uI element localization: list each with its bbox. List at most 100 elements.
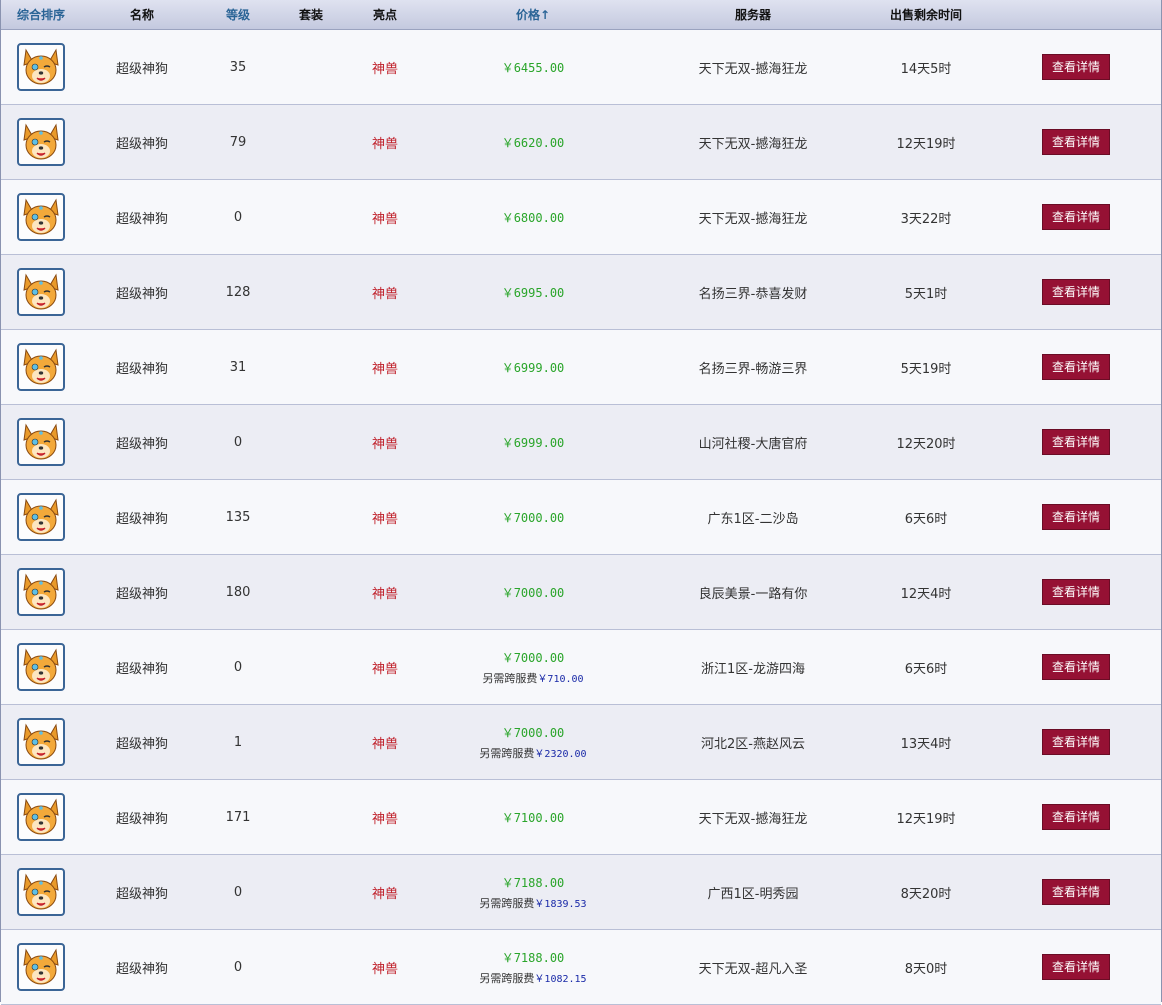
view-details-button[interactable]: 查看详情: [1042, 879, 1110, 905]
cross-server-fee: 另需跨服费￥1839.53: [421, 895, 645, 911]
pet-avatar-icon[interactable]: [17, 118, 65, 166]
action-cell: 查看详情: [991, 504, 1161, 530]
server-name: 广西1区-明秀园: [707, 886, 799, 902]
price-value: ￥7000.00: [501, 510, 565, 525]
view-details-button[interactable]: 查看详情: [1042, 279, 1110, 305]
pet-avatar-cell: [1, 43, 81, 91]
view-details-button[interactable]: 查看详情: [1042, 354, 1110, 380]
remaining-time: 6天6时: [904, 661, 948, 677]
remaining-time: 5天1时: [904, 286, 948, 302]
pet-avatar-icon[interactable]: [17, 793, 65, 841]
pet-avatar-cell: [1, 643, 81, 691]
server-name: 名扬三界-畅游三界: [698, 361, 808, 377]
action-cell: 查看详情: [991, 804, 1161, 830]
table-row: 超级神狗 0 神兽 ￥6999.00 山河社稷-大唐官府 12天20时 查看详情: [1, 405, 1161, 480]
action-cell: 查看详情: [991, 654, 1161, 680]
pet-avatar-icon[interactable]: [17, 568, 65, 616]
pet-level: 0: [233, 884, 243, 900]
pet-name: 超级神狗: [115, 436, 168, 452]
remaining-time: 13天4时: [900, 736, 952, 752]
action-cell: 查看详情: [991, 54, 1161, 80]
cross-server-fee: 另需跨服费￥2320.00: [421, 745, 645, 761]
column-header-time: 出售剩余时间: [889, 8, 962, 22]
price-value: ￥7000.00: [501, 585, 565, 600]
table-row: 超级神狗 31 神兽 ￥6999.00 名扬三界-畅游三界 5天19时 查看详情: [1, 330, 1161, 405]
server-name: 山河社稷-大唐官府: [698, 436, 808, 452]
pet-name: 超级神狗: [115, 286, 168, 302]
pet-level: 31: [229, 359, 247, 375]
sort-level-link[interactable]: 等级: [203, 6, 273, 23]
table-row: 超级神狗 171 神兽 ￥7100.00 天下无双-撼海狂龙 12天19时 查看…: [1, 780, 1161, 855]
pet-level: 79: [229, 134, 247, 150]
pet-level: 0: [233, 209, 243, 225]
view-details-button[interactable]: 查看详情: [1042, 654, 1110, 680]
pet-avatar-icon[interactable]: [17, 343, 65, 391]
pet-feature: 神兽: [371, 886, 398, 902]
price-cell: ￥7188.00 另需跨服费￥1082.15: [421, 949, 645, 986]
view-details-button[interactable]: 查看详情: [1042, 504, 1110, 530]
pet-avatar-icon[interactable]: [17, 193, 65, 241]
pet-name: 超级神狗: [115, 136, 168, 152]
view-details-button[interactable]: 查看详情: [1042, 804, 1110, 830]
price-header-label: 价格: [515, 8, 540, 22]
cross-server-fee: 另需跨服费￥710.00: [421, 670, 645, 686]
cross-server-fee-label: 另需跨服费: [479, 746, 535, 760]
price-value: ￥6455.00: [501, 60, 565, 75]
price-cell: ￥6999.00: [421, 434, 645, 451]
price-value: ￥6999.00: [501, 435, 565, 450]
pet-name: 超级神狗: [115, 961, 168, 977]
server-name: 天下无双-撼海狂龙: [698, 61, 808, 77]
view-details-button[interactable]: 查看详情: [1042, 429, 1110, 455]
view-details-button[interactable]: 查看详情: [1042, 954, 1110, 980]
pet-feature: 神兽: [371, 586, 398, 602]
view-details-button[interactable]: 查看详情: [1042, 54, 1110, 80]
action-cell: 查看详情: [991, 204, 1161, 230]
pet-feature: 神兽: [371, 286, 398, 302]
remaining-time: 5天19时: [900, 361, 952, 377]
view-details-button[interactable]: 查看详情: [1042, 204, 1110, 230]
pet-avatar-icon[interactable]: [17, 868, 65, 916]
table-row: 超级神狗 135 神兽 ￥7000.00 广东1区-二沙岛 6天6时 查看详情: [1, 480, 1161, 555]
pet-avatar-cell: [1, 493, 81, 541]
pet-name: 超级神狗: [115, 736, 168, 752]
sort-comprehensive-link[interactable]: 综合排序: [1, 6, 81, 23]
server-name: 天下无双-撼海狂龙: [698, 136, 808, 152]
pet-avatar-icon[interactable]: [17, 493, 65, 541]
view-details-button[interactable]: 查看详情: [1042, 579, 1110, 605]
price-value: ￥7188.00: [501, 950, 565, 965]
server-name: 名扬三界-恭喜发财: [698, 286, 808, 302]
cross-server-fee-value: ￥710.00: [537, 673, 584, 685]
table-row: 超级神狗 180 神兽 ￥7000.00 良辰美景-一路有你 12天4时 查看详…: [1, 555, 1161, 630]
pet-feature: 神兽: [371, 436, 398, 452]
pet-avatar-icon[interactable]: [17, 718, 65, 766]
pet-feature: 神兽: [371, 811, 398, 827]
pet-avatar-icon[interactable]: [17, 643, 65, 691]
table-row: 超级神狗 128 神兽 ￥6995.00 名扬三界-恭喜发财 5天1时 查看详情: [1, 255, 1161, 330]
pet-feature: 神兽: [371, 661, 398, 677]
pet-avatar-icon[interactable]: [17, 943, 65, 991]
pet-level: 1: [233, 734, 243, 750]
table-row: 超级神狗 0 神兽 ￥7188.00 另需跨服费￥1082.15 天下无双-超凡…: [1, 930, 1161, 1005]
view-details-button[interactable]: 查看详情: [1042, 129, 1110, 155]
pet-avatar-icon[interactable]: [17, 43, 65, 91]
pet-avatar-icon[interactable]: [17, 418, 65, 466]
pet-name: 超级神狗: [115, 61, 168, 77]
action-cell: 查看详情: [991, 429, 1161, 455]
price-value: ￥7000.00: [501, 725, 565, 740]
pet-avatar-cell: [1, 343, 81, 391]
sort-arrow-up-icon: ↑: [539, 8, 551, 22]
pet-avatar-icon[interactable]: [17, 268, 65, 316]
pet-avatar-cell: [1, 793, 81, 841]
pet-name: 超级神狗: [115, 586, 168, 602]
remaining-time: 12天20时: [896, 436, 956, 452]
action-cell: 查看详情: [991, 354, 1161, 380]
view-details-button[interactable]: 查看详情: [1042, 729, 1110, 755]
pet-level: 35: [229, 59, 247, 75]
price-value: ￥6800.00: [501, 210, 565, 225]
remaining-time: 6天6时: [904, 511, 948, 527]
pet-name: 超级神狗: [115, 886, 168, 902]
server-name: 天下无双-撼海狂龙: [698, 211, 808, 227]
sort-price-link[interactable]: 价格↑: [421, 6, 645, 23]
pet-name: 超级神狗: [115, 211, 168, 227]
pet-avatar-cell: [1, 268, 81, 316]
